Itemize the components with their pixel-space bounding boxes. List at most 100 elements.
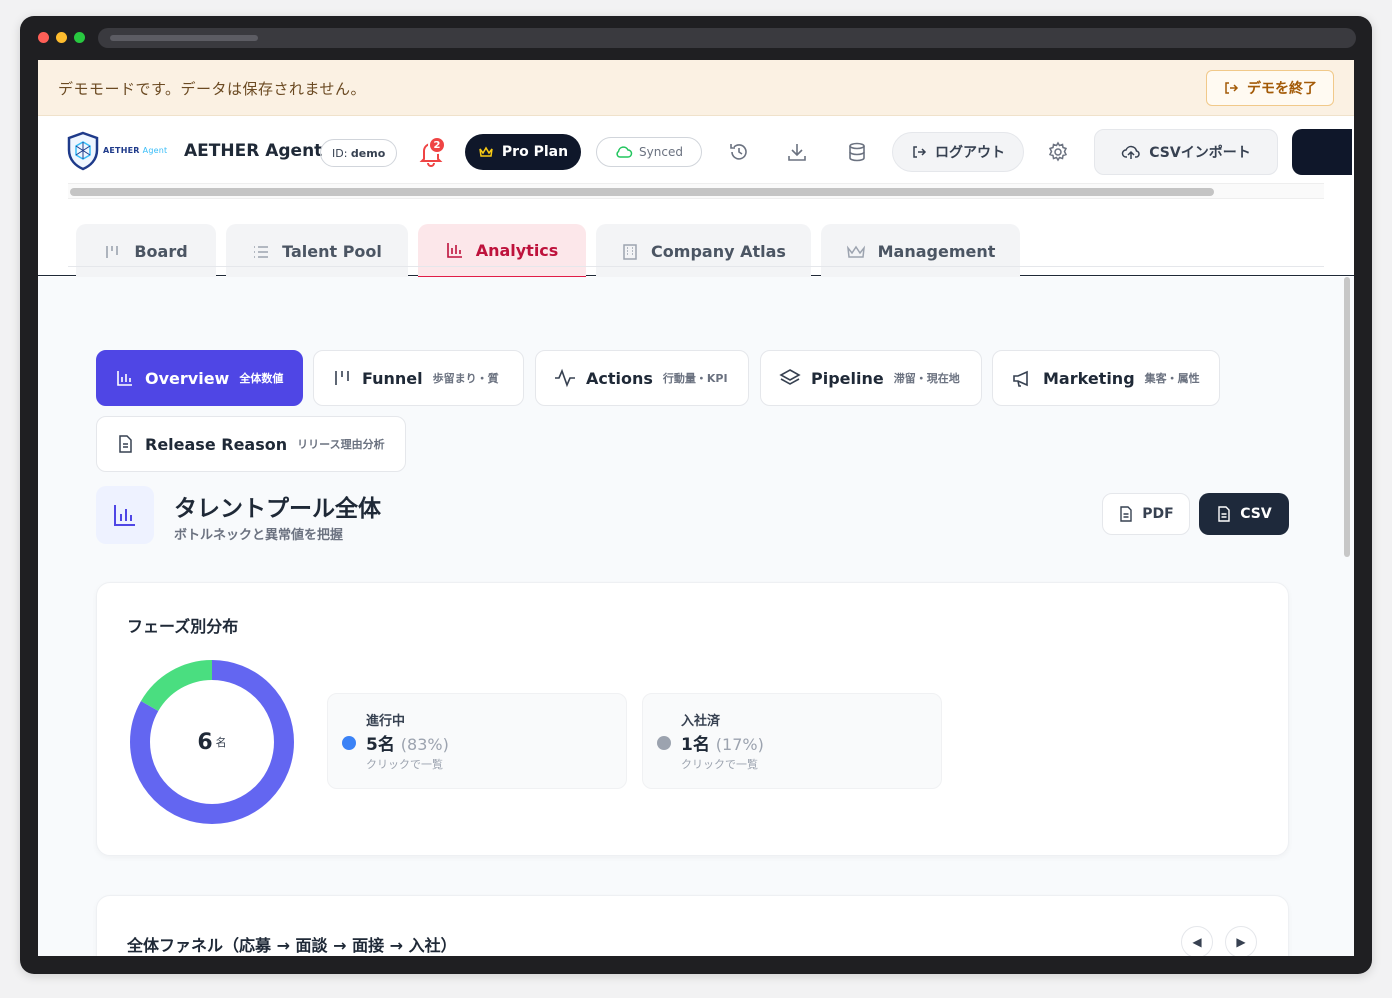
database-icon[interactable] (844, 139, 870, 165)
cloud-check-icon (616, 146, 633, 158)
subtab-overview-sub: 全体数値 (239, 372, 284, 385)
section-title: タレントプール全体 (174, 496, 381, 522)
exit-demo-button[interactable]: デモを終了 (1206, 70, 1334, 106)
legend-hint: クリックで一覧 (681, 758, 758, 771)
next-arrow-button[interactable]: ▶ (1225, 926, 1257, 956)
subtab-funnel[interactable]: Funnel 歩留まり・質 (313, 350, 524, 406)
subtab-release-reason-label: Release Reason (145, 434, 288, 454)
main-tabs: Board Talent Pool Analytics Company Atla… (38, 208, 1354, 279)
csv-import-label: CSVインポート (1149, 145, 1251, 161)
pdf-label: PDF (1142, 506, 1174, 522)
logout-button[interactable]: ログアウト (892, 132, 1024, 172)
bar-chart-icon (114, 505, 135, 526)
board-icon (106, 245, 119, 258)
download-icon[interactable] (784, 139, 810, 165)
phase-legend-hired[interactable]: 入社済 1名 (17%) クリックで一覧 (642, 693, 942, 789)
window-titlebar (20, 16, 1372, 60)
section-icon (96, 486, 154, 544)
tab-company-atlas-label: Company Atlas (651, 242, 786, 261)
crown-icon (479, 146, 493, 157)
browser-window: デモモードです。データは保存されません。 デモを終了 AETHER Agent … (20, 16, 1372, 974)
shield-logo-icon[interactable] (66, 131, 100, 171)
overall-funnel-card: 全体ファネル（応募 → 面談 → 面接 → 入社） ◀ ▶ (96, 895, 1289, 956)
csv-import-button[interactable]: CSVインポート (1094, 129, 1278, 175)
bar-chart-icon (117, 371, 132, 386)
minimize-window-button[interactable] (56, 32, 67, 43)
tab-board[interactable]: Board (76, 224, 216, 279)
phase-legend-in-progress[interactable]: 進行中 5名 (83%) クリックで一覧 (327, 693, 627, 789)
address-bar[interactable] (98, 28, 1356, 48)
legend-value: 5名 (83%) (366, 735, 449, 755)
legend-value: 1名 (17%) (681, 735, 764, 755)
subtab-overview[interactable]: Overview 全体数値 (96, 350, 303, 406)
settings-gear-icon[interactable] (1045, 139, 1071, 165)
subtab-marketing-sub: 集客・属性 (1144, 372, 1200, 385)
building-icon (623, 243, 637, 260)
logo-text: AETHER Agent (103, 146, 168, 155)
id-prefix: ID: (332, 146, 351, 160)
history-icon[interactable] (726, 139, 752, 165)
cloud-upload-icon (1122, 145, 1141, 159)
list-icon (254, 245, 269, 258)
csv-label: CSV (1240, 506, 1272, 522)
address-bar-placeholder (110, 35, 258, 41)
close-window-button[interactable] (38, 32, 49, 43)
app-name: AETHER Agent (184, 141, 323, 161)
tab-board-label: Board (134, 242, 188, 261)
maximize-window-button[interactable] (74, 32, 85, 43)
funnel-bars-icon (335, 371, 349, 385)
tab-company-atlas[interactable]: Company Atlas (596, 224, 811, 279)
workspace-id-badge: ID: demo (320, 139, 398, 167)
app-header: AETHER Agent AETHER Agent ID: demo 2 Pro… (38, 117, 1354, 199)
exit-icon (1225, 82, 1239, 94)
id-value: demo (350, 146, 386, 160)
subtab-pipeline[interactable]: Pipeline 滞留・現在地 (760, 350, 982, 406)
subtab-actions-label: Actions (586, 368, 653, 388)
notification-count-badge: 2 (428, 136, 446, 154)
tabs-divider (68, 266, 1324, 267)
tab-management-label: Management (877, 242, 996, 261)
analytics-content[interactable]: Overview 全体数値 Funnel 歩留まり・質 Actions 行動量・… (38, 277, 1354, 956)
legend-dot (657, 736, 671, 750)
pro-plan-badge[interactable]: Pro Plan (465, 134, 581, 170)
subtab-marketing[interactable]: Marketing 集客・属性 (992, 350, 1220, 406)
sync-status-badge: Synced (596, 137, 702, 167)
crown-icon (846, 245, 865, 258)
section-subtitle: ボトルネックと異常値を把握 (174, 528, 344, 543)
sync-label: Synced (639, 145, 683, 159)
overflow-action-button[interactable] (1292, 129, 1352, 175)
donut-center-total: 6 名 (127, 657, 297, 827)
bar-chart-icon (446, 243, 462, 258)
legend-name: 入社済 (681, 714, 721, 729)
legend-dot (342, 736, 356, 750)
tab-analytics-label: Analytics (475, 240, 559, 260)
subtab-release-reason-sub: リリース理由分析 (297, 438, 385, 451)
document-icon (1120, 506, 1132, 522)
tab-talent-pool-label: Talent Pool (282, 242, 382, 261)
logout-icon (913, 146, 927, 158)
tab-management[interactable]: Management (821, 224, 1020, 279)
donut-total-value: 6 (197, 729, 213, 755)
tab-talent-pool[interactable]: Talent Pool (226, 224, 408, 279)
phase-distribution-card: フェーズ別分布 6 名 進行中 5名 (83%) クリックで一覧 入社済 1名 … (96, 582, 1289, 856)
export-csv-button[interactable]: CSV (1199, 493, 1289, 535)
header-scroll-thumb[interactable] (70, 188, 1214, 196)
tab-analytics[interactable]: Analytics (418, 224, 586, 279)
subtab-overview-label: Overview (145, 368, 230, 388)
subtab-release-reason[interactable]: Release Reason リリース理由分析 (96, 416, 406, 472)
subtab-funnel-label: Funnel (362, 368, 423, 388)
export-pdf-button[interactable]: PDF (1102, 493, 1190, 535)
subtab-actions-sub: 行動量・KPI (662, 372, 728, 385)
app-screen: デモモードです。データは保存されません。 デモを終了 AETHER Agent … (38, 60, 1354, 956)
subtab-pipeline-sub: 滞留・現在地 (893, 372, 960, 385)
funnel-card-title: 全体ファネル（応募 → 面談 → 面接 → 入社） (127, 936, 457, 955)
header-horizontal-scrollbar[interactable] (68, 183, 1324, 199)
subtab-actions[interactable]: Actions 行動量・KPI (535, 350, 749, 406)
document-icon (119, 435, 132, 453)
prev-arrow-button[interactable]: ◀ (1181, 926, 1213, 956)
content-vertical-scrollbar[interactable] (1344, 277, 1350, 557)
plan-label: Pro Plan (501, 144, 569, 160)
subtab-pipeline-label: Pipeline (811, 368, 884, 388)
subtab-funnel-sub: 歩留まり・質 (432, 372, 499, 385)
demo-banner-text: デモモードです。データは保存されません。 (58, 80, 367, 98)
